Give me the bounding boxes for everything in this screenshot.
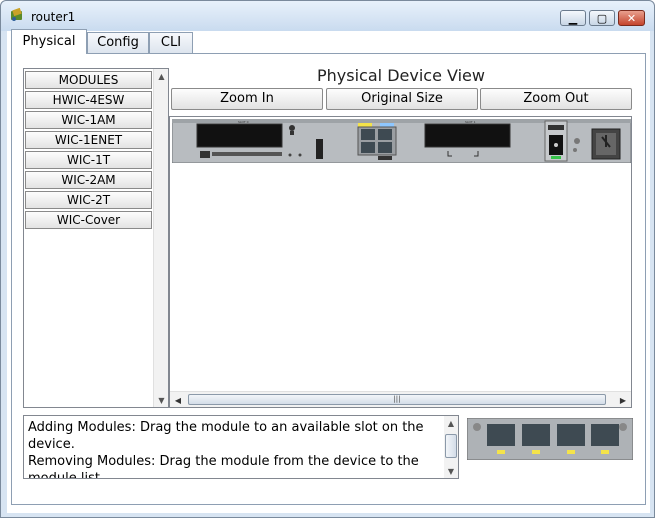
removing-modules-text: Removing Modules: Drag the module from t… — [28, 454, 419, 479]
title-bar[interactable]: router1 ▁ ▢ ✕ — [1, 1, 654, 31]
window-title: router1 — [31, 10, 76, 24]
zoom-in-button[interactable]: Zoom In — [171, 88, 323, 110]
hscroll-thumb[interactable]: ||| — [188, 394, 606, 405]
module-help-box[interactable]: Adding Modules: Drag the module to an av… — [23, 415, 459, 479]
help-box-scrollbar[interactable]: ▲ ▼ — [444, 416, 458, 478]
module-item-wic-1enet[interactable]: WIC-1ENET — [25, 131, 152, 149]
physical-device-view-title: Physical Device View — [317, 66, 485, 85]
modules-header[interactable]: MODULES — [25, 71, 152, 89]
module-item-wic-1am[interactable]: WIC-1AM — [25, 111, 152, 129]
minimize-button[interactable]: ▁ — [560, 10, 586, 26]
scroll-down-arrow-icon[interactable]: ▼ — [154, 393, 169, 407]
router-chassis-image[interactable]: SLOT 0 SLOT 1 — [172, 119, 631, 163]
module-item-wic-2t[interactable]: WIC-2T — [25, 191, 152, 209]
physical-tab-panel: MODULES HWIC-4ESW WIC-1AM WIC-1ENET WIC-… — [11, 53, 646, 505]
help-scroll-down-icon[interactable]: ▼ — [444, 464, 458, 478]
maximize-icon: ▢ — [596, 11, 608, 25]
close-button[interactable]: ✕ — [618, 10, 645, 26]
tab-cli[interactable]: CLI — [149, 32, 193, 53]
adding-modules-text: Adding Modules: Drag the module to an av… — [28, 420, 424, 452]
tab-physical[interactable]: Physical — [11, 29, 87, 54]
device-view-hscrollbar[interactable]: ◀ ||| ▶ — [170, 391, 631, 407]
module-item-hwic-4esw[interactable]: HWIC-4ESW — [25, 91, 152, 109]
scroll-right-arrow-icon[interactable]: ▶ — [616, 393, 630, 407]
close-icon: ✕ — [626, 11, 637, 25]
scroll-up-arrow-icon[interactable]: ▲ — [154, 69, 169, 83]
minimize-icon: ▁ — [568, 11, 578, 25]
zoom-out-button[interactable]: Zoom Out — [480, 88, 632, 110]
scroll-left-arrow-icon[interactable]: ◀ — [171, 393, 185, 407]
module-list: MODULES HWIC-4ESW WIC-1AM WIC-1ENET WIC-… — [23, 68, 169, 408]
module-item-wic-1t[interactable]: WIC-1T — [25, 151, 152, 169]
svg-text:SLOT 1: SLOT 1 — [465, 120, 476, 124]
module-preview-image[interactable] — [467, 418, 633, 460]
original-size-button[interactable]: Original Size — [326, 88, 478, 110]
module-item-wic-2am[interactable]: WIC-2AM — [25, 171, 152, 189]
maximize-button[interactable]: ▢ — [589, 10, 615, 26]
router-window: router1 ▁ ▢ ✕ Physical Config CLI MODULE… — [0, 0, 655, 518]
module-list-scrollbar[interactable]: ▲ ▼ — [153, 69, 168, 407]
router-app-icon — [11, 8, 22, 21]
device-view-area[interactable]: SLOT 0 SLOT 1 ◀ ||| ▶ — [169, 116, 632, 408]
tab-config[interactable]: Config — [87, 32, 149, 53]
help-scroll-thumb[interactable] — [445, 434, 457, 458]
help-scroll-up-icon[interactable]: ▲ — [444, 416, 458, 430]
module-help-text: Adding Modules: Drag the module to an av… — [28, 419, 438, 479]
svg-text:SLOT 0: SLOT 0 — [238, 120, 249, 124]
module-item-wic-cover[interactable]: WIC-Cover — [25, 211, 152, 229]
